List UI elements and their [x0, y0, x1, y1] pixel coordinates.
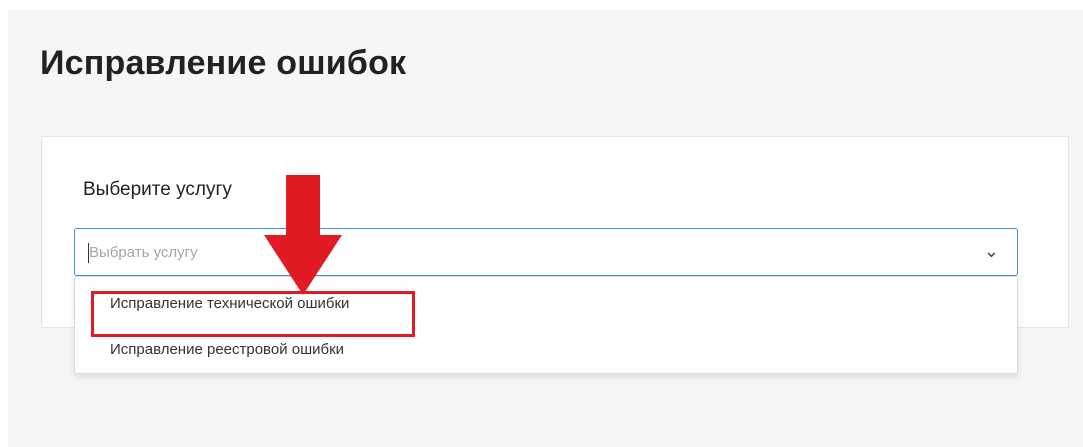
service-select[interactable]: Выбрать услугу ⌄	[74, 228, 1018, 276]
down-arrow-annotation-icon	[264, 175, 342, 295]
field-label-service: Выберите услугу	[83, 179, 232, 200]
highlight-box-annotation	[91, 291, 415, 337]
page-title: Исправление ошибок	[40, 44, 407, 82]
chevron-down-icon[interactable]: ⌄	[984, 241, 999, 261]
service-select-placeholder: Выбрать услугу	[89, 244, 198, 261]
